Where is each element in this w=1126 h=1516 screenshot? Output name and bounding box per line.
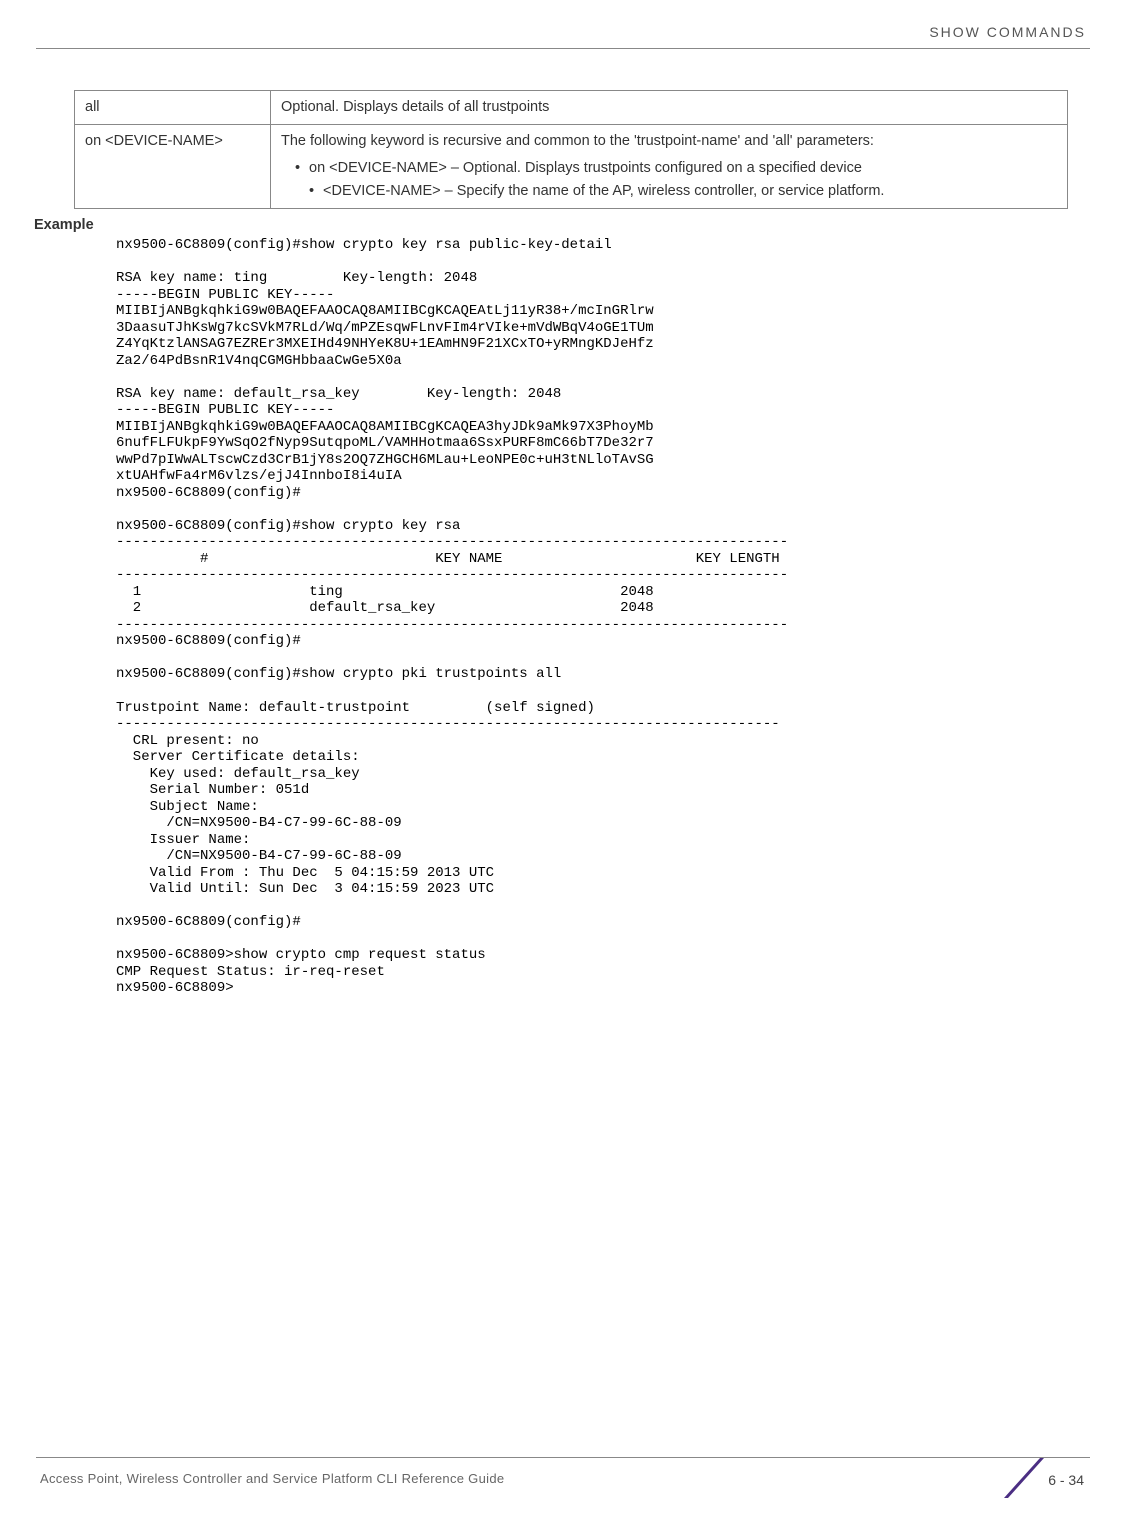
parameters-table: all Optional. Displays details of all tr… — [74, 90, 1068, 209]
header-rule — [36, 48, 1090, 49]
example-heading: Example — [34, 217, 1068, 233]
page-header: SHOW COMMANDS — [0, 0, 1126, 62]
page-content: all Optional. Displays details of all tr… — [0, 62, 1126, 997]
page-number: 6 - 34 — [1048, 1472, 1084, 1488]
footer-text: Access Point, Wireless Controller and Se… — [40, 1471, 504, 1486]
terminal-output: nx9500-6C8809(config)#show crypto key rs… — [116, 237, 1068, 997]
footer-rule — [36, 1457, 1090, 1458]
param-name-cell: all — [75, 91, 271, 125]
table-row: on <DEVICE-NAME> The following keyword i… — [75, 125, 1068, 209]
table-row: all Optional. Displays details of all tr… — [75, 91, 1068, 125]
page-number-corner: 6 - 34 — [1004, 1458, 1090, 1498]
bullet-list: on <DEVICE-NAME> – Optional. Displays tr… — [281, 152, 1057, 202]
section-label: SHOW COMMANDS — [929, 24, 1086, 40]
bullet-item: on <DEVICE-NAME> – Optional. Displays tr… — [295, 158, 1057, 179]
param-intro-text: The following keyword is recursive and c… — [281, 131, 1057, 152]
param-desc-cell: The following keyword is recursive and c… — [271, 125, 1068, 209]
sub-bullet-item: <DEVICE-NAME> – Specify the name of the … — [295, 181, 1057, 202]
param-desc-cell: Optional. Displays details of all trustp… — [271, 91, 1068, 125]
param-name-cell: on <DEVICE-NAME> — [75, 125, 271, 209]
